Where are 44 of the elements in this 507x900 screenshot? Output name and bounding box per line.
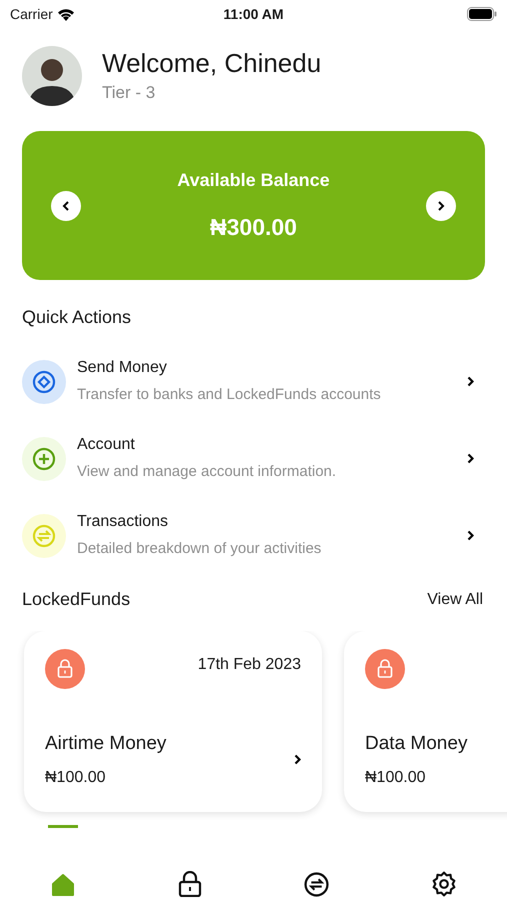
fund-name: Data Money [365,732,468,756]
action-title: Account [77,435,136,456]
balance-amount: ₦300.00 [210,212,297,242]
chevron-right-icon [467,530,474,541]
home-icon [51,873,76,897]
action-subtitle: Detailed breakdown of your activities [77,539,322,560]
locked-fund-card[interactable]: 17th Feb 2023 Airtime Money ₦100.00 [24,631,322,812]
action-subtitle: Transfer to banks and LockedFunds accounts [77,385,382,406]
chevron-left-icon [62,200,70,210]
clock-time: 11:00 AM [223,4,284,24]
chevron-right-icon [436,200,445,210]
wifi-icon [56,8,75,20]
fund-amount: ₦100.00 [365,768,426,788]
view-all-link[interactable]: View All [427,588,483,612]
balance-title: Available Balance [177,168,330,192]
exchange-icon [304,872,330,897]
previous-button[interactable] [51,190,81,220]
lock-icon [178,871,202,897]
quick-action-item[interactable]: Send Money Transfer to banks and LockedFunds accounts [0,343,507,420]
fund-amount: ₦100.00 [45,768,106,788]
chevron-right-icon [467,376,474,387]
lock-icon [45,649,85,689]
action-subtitle: View and manage account information. [77,462,338,482]
locked-fund-card[interactable]: Data Money ₦100.00 [344,631,507,812]
section-title: Quick Actions [21,306,132,329]
plus-icon [32,446,56,470]
action-title: Transactions [77,512,169,532]
tier-label: Tier - 3 [102,82,156,104]
quick-action-item[interactable]: Account View and manage account information. [0,420,507,497]
quick-action-item[interactable]: Transactions Detailed breakdown of your activities [0,497,507,574]
date-label: 17th Feb 2023 [198,655,301,675]
selected-indicator [48,825,78,828]
fund-name: Airtime Money [45,732,166,756]
chevron-right-icon [467,453,474,464]
chevron-right-icon [294,754,301,766]
action-title: Send Money [77,358,168,378]
welcome-heading: Welcome, Chinedu [102,47,322,80]
lock-icon [365,649,405,689]
settings-icon [430,871,457,897]
carrier-label: Carrier [10,4,53,24]
exchange-icon [32,524,56,548]
next-button[interactable] [426,190,456,220]
section-title: LockedFunds [22,588,130,611]
battery-icon [467,7,497,21]
